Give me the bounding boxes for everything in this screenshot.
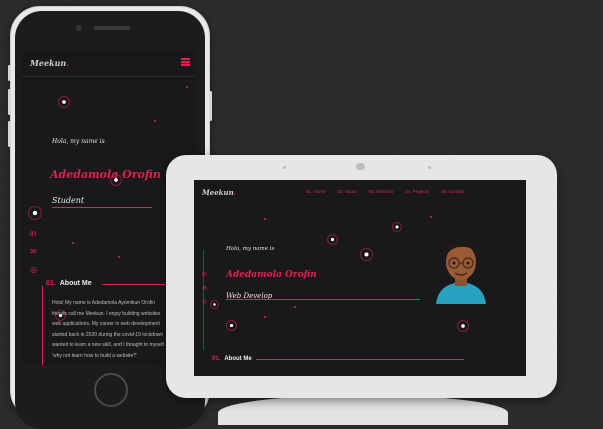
about-underline (256, 359, 464, 360)
hamburger-menu-icon[interactable] (181, 58, 190, 66)
role-underline (226, 299, 420, 300)
avatar (436, 240, 486, 304)
linkedin-icon[interactable]: in (30, 230, 36, 238)
nav-item-projects[interactable]: 04. Projects (405, 189, 429, 194)
nav-item-contact[interactable]: 05. Contact (441, 189, 464, 194)
hero-name: Adedamola Orofin (226, 270, 317, 280)
nav-item-services[interactable]: 03. Services (369, 189, 394, 194)
logo[interactable]: Meekun. (30, 58, 69, 68)
twitter-icon[interactable]: ✉ (30, 248, 37, 256)
about-heading: 01. About Me (46, 280, 92, 287)
phone-home-button[interactable] (94, 373, 128, 407)
linkedin-icon[interactable]: in (202, 272, 207, 278)
greeting: Hola, my name is (226, 246, 275, 252)
logo[interactable]: Meekun. (202, 188, 236, 197)
nav-menu: 01. Home 02. About 03. Services 04. Proj… (306, 189, 464, 194)
instagram-icon[interactable]: ◎ (202, 299, 207, 305)
hero-name: Adedamola Orofin (50, 168, 161, 181)
phone-camera (76, 25, 82, 31)
tablet-stand (218, 395, 508, 425)
phone-navbar: Meekun. (22, 50, 196, 77)
instagram-icon[interactable]: ◎ (30, 266, 37, 274)
tablet-screen: Meekun. 01. Home 02. About 03. Services … (194, 180, 526, 376)
about-heading: 01. About Me (212, 356, 252, 362)
role-underline (52, 207, 152, 208)
about-divider (42, 286, 43, 365)
greeting: Hola, my name is (52, 138, 105, 145)
nav-item-home[interactable]: 01. Home (306, 189, 326, 194)
twitter-icon[interactable]: ✉ (202, 286, 207, 292)
hero-role: Student (52, 196, 85, 205)
tablet-camera (356, 163, 365, 170)
phone-speaker (94, 26, 130, 30)
nav-item-about[interactable]: 02. About (338, 189, 357, 194)
